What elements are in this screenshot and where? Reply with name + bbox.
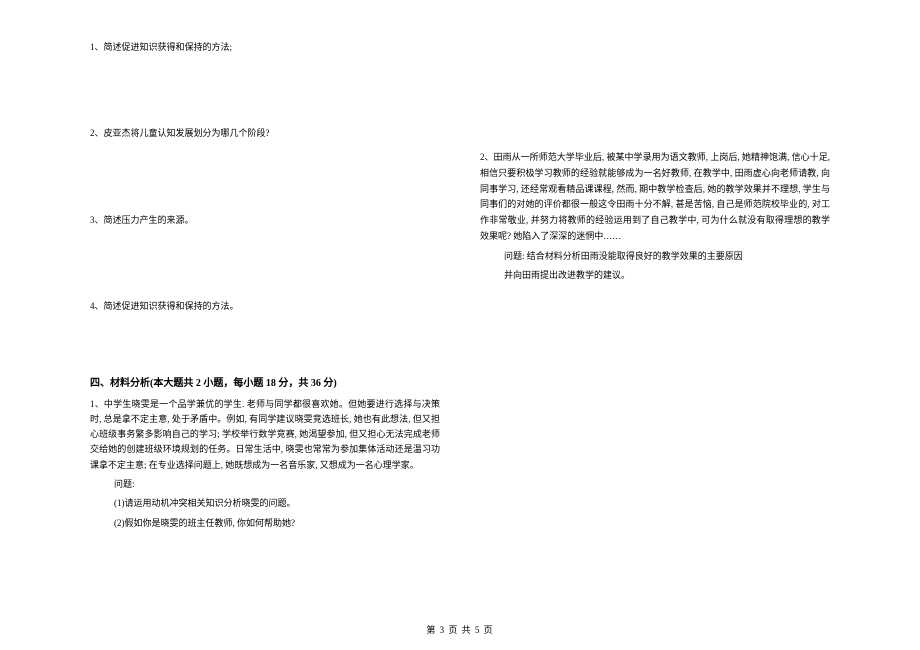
section4-q1-sub2: (2)假如你是晓雯的班主任教师, 你如何帮助她? (114, 516, 440, 531)
section4-q1-question-label: 问题: (114, 477, 440, 492)
section-4-header: 四、材料分析(本大题共 2 小题，每小题 18 分，共 36 分) (90, 374, 440, 389)
section4-q1-paragraph: 1、中学生晓雯是一个品学兼优的学生. 老师与同学都很喜欢她。但她要进行选择与决策… (90, 397, 440, 473)
right-column: 2、田雨从一所师范大学毕业后, 被某中学录用为语文教师, 上岗后, 她精神饱满,… (480, 40, 830, 590)
question-2: 2、皮亚杰将儿童认知发展划分为哪几个阶段? (90, 126, 440, 140)
section4-q2-question1: 问题: 结合材料分析田雨没能取得良好的教学效果的主要原因 (504, 249, 830, 264)
page-container: 1、简述促进知识获得和保持的方法; 2、皮亚杰将儿童认知发展划分为哪几个阶段? … (0, 0, 920, 620)
page-footer: 第 3 页 共 5 页 (0, 623, 920, 636)
section4-q2-paragraph: 2、田雨从一所师范大学毕业后, 被某中学录用为语文教师, 上岗后, 她精神饱满,… (480, 150, 830, 245)
question-3: 3、简述压力产生的来源。 (90, 213, 440, 227)
question-1: 1、简述促进知识获得和保持的方法; (90, 40, 440, 54)
left-column: 1、简述促进知识获得和保持的方法; 2、皮亚杰将儿童认知发展划分为哪几个阶段? … (90, 40, 440, 590)
section4-q1-sub1: (1)请运用动机冲突相关知识分析晓雯的问题。 (114, 496, 440, 511)
question-4: 4、简述促进知识获得和保持的方法。 (90, 299, 440, 313)
section4-q2-question2: 并向田雨提出改进教学的建议。 (504, 268, 830, 283)
